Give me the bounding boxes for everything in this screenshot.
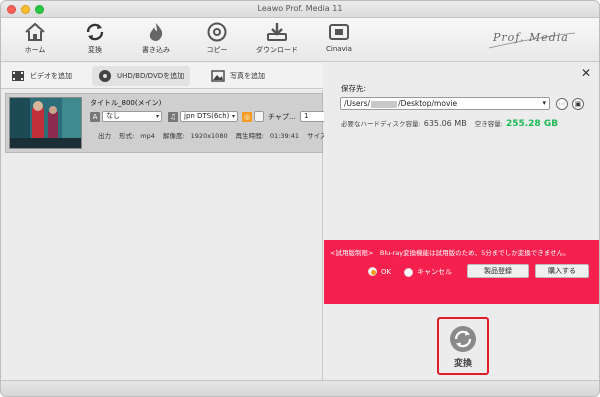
- output-panel: ✕ 保存先: /Users/ /Desktop/movie ▾ ⋯ ▣ 必要なハー…: [324, 63, 599, 380]
- resolution-value: 1920x1080: [190, 132, 228, 140]
- save-location-label: 保存先:: [341, 84, 367, 93]
- save-path-select[interactable]: /Users/ /Desktop/movie ▾: [340, 97, 550, 110]
- app-window: Leawo Prof. Media 11 ホーム 変換 書き込み コピー ダウン…: [0, 0, 600, 397]
- toolbar-home-label: ホーム: [24, 46, 46, 54]
- toolbar-convert-label: 変換: [88, 46, 102, 54]
- convert-label: 変換: [453, 359, 472, 369]
- output-label: 出力: [98, 132, 111, 140]
- format-label: 形式:: [119, 132, 135, 140]
- convert-highlight: 変換: [437, 317, 489, 375]
- format-value: mp4: [140, 132, 155, 140]
- toolbar-home-button[interactable]: ホーム: [7, 22, 63, 60]
- title-bar: Leawo Prof. Media 11: [1, 1, 599, 18]
- resolution-label: 解像度:: [162, 132, 185, 140]
- radio-ok[interactable]: OK: [368, 267, 391, 276]
- chevron-down-icon: ▾: [542, 99, 546, 107]
- close-icon[interactable]: ✕: [581, 66, 591, 80]
- disk-required-value: 635.06 MB: [423, 119, 467, 128]
- audio-select[interactable]: jpn DTS(6ch) ▾: [180, 111, 238, 122]
- disk-required-label: 必要なハードディスク容量:: [341, 120, 421, 128]
- main-toolbar: ホーム 変換 書き込み コピー ダウンロード Cinavia Prof. Med…: [1, 18, 599, 62]
- photo-icon: [211, 70, 225, 82]
- copy-disc-icon: [207, 22, 227, 42]
- convert-icon: [450, 326, 476, 352]
- radio-cancel-label: キャンセル: [417, 268, 452, 276]
- subtitle-icon: A: [90, 112, 100, 122]
- add-source-tabs: ビデオを追加 UHD/BD/DVDを追加 写真を追加: [1, 63, 323, 89]
- duration-label: 再生時間:: [235, 132, 264, 140]
- toolbar-convert-button[interactable]: 変換: [67, 22, 123, 60]
- folder-open-button[interactable]: ▣: [572, 98, 584, 110]
- cinavia-icon: [329, 24, 349, 40]
- brand-logo: Prof. Media: [487, 30, 577, 52]
- trial-limit-banner: <試用版制限> Blu-ray変換機能は試用版のため、5分までしか変換できません…: [324, 240, 599, 304]
- buy-button[interactable]: 購入する: [535, 264, 589, 278]
- radio-cancel[interactable]: キャンセル: [404, 267, 452, 277]
- convert-icon: [86, 23, 104, 41]
- audio-icon: ♫: [168, 112, 178, 122]
- brand-text: Prof. Media: [493, 31, 569, 44]
- register-button[interactable]: 製品登録: [467, 264, 529, 278]
- video-thumbnail: [9, 97, 82, 149]
- home-icon: [25, 22, 45, 41]
- download-icon: [267, 23, 287, 41]
- chevron-down-icon: ▾: [155, 113, 159, 120]
- status-bar: [1, 380, 599, 396]
- tab-add-photo-label: 写真を追加: [230, 72, 265, 80]
- toolbar-download-button[interactable]: ダウンロード: [249, 22, 305, 60]
- disk-space-info: 必要なハードディスク容量: 635.06 MB 空き容量: 255.28 GB: [341, 118, 558, 129]
- chapter-select-value: 1: [304, 112, 309, 120]
- toolbar-cinavia-button[interactable]: Cinavia: [311, 22, 367, 60]
- audio-select-value: jpn DTS(6ch): [184, 112, 230, 120]
- subtitle-select[interactable]: なし ▾: [102, 111, 162, 122]
- convert-button[interactable]: 変換: [443, 322, 483, 372]
- chevron-down-icon: ▾: [231, 113, 235, 120]
- duration-value: 01:39:41: [269, 132, 300, 140]
- chapter-label: チャプ...: [268, 113, 296, 121]
- tab-add-photo[interactable]: 写真を追加: [205, 66, 271, 86]
- toolbar-download-label: ダウンロード: [256, 46, 298, 54]
- save-path-suffix: /Desktop/movie: [398, 99, 458, 108]
- chapter-toggle[interactable]: [254, 111, 264, 122]
- list-item[interactable]: タイトル_800(メイン) A なし ▾ ♫ jpn DTS(6ch) ▾ ◎ チャ…: [5, 93, 329, 153]
- toolbar-cinavia-label: Cinavia: [326, 45, 352, 53]
- subtitle-select-value: なし: [106, 112, 120, 120]
- chapter-select[interactable]: 1: [300, 111, 326, 122]
- toolbar-copy-button[interactable]: コピー: [189, 22, 245, 60]
- disc-icon: [99, 70, 111, 82]
- film-icon: [12, 71, 24, 81]
- radio-ok-dot: [368, 267, 377, 276]
- tab-add-disc-label: UHD/BD/DVDを追加: [117, 72, 185, 80]
- radio-ok-label: OK: [381, 267, 392, 276]
- tab-add-disc[interactable]: UHD/BD/DVDを追加: [92, 66, 191, 86]
- item-controls: A なし ▾ ♫ jpn DTS(6ch) ▾ ◎ チャプ... 1: [90, 111, 326, 123]
- toolbar-burn-label: 書き込み: [142, 46, 170, 54]
- disk-free-label: 空き容量:: [474, 120, 503, 128]
- item-title: タイトル_800(メイン): [90, 99, 162, 107]
- chapter-icon: ◎: [242, 112, 252, 122]
- toolbar-burn-button[interactable]: 書き込み: [128, 22, 184, 60]
- disk-free-value: 255.28 GB: [505, 119, 559, 129]
- radio-cancel-dot: [404, 267, 413, 277]
- redacted-username: [371, 100, 398, 108]
- save-path-prefix: /Users/: [344, 99, 371, 108]
- tab-add-video-label: ビデオを追加: [30, 72, 72, 80]
- trial-message: <試用版制限> Blu-ray変換機能は試用版のため、5分までしか変換できません…: [330, 249, 570, 257]
- window-title: Leawo Prof. Media 11: [257, 4, 343, 13]
- item-info: 出力 形式: mp4 解像度: 1920x1080 再生時間: 01:39:41 サイ…: [98, 130, 335, 140]
- more-options-button[interactable]: ⋯: [556, 98, 568, 110]
- toolbar-copy-label: コピー: [206, 46, 228, 54]
- tab-add-video[interactable]: ビデオを追加: [5, 66, 78, 86]
- burn-icon: [149, 23, 163, 41]
- source-list: タイトル_800(メイン) A なし ▾ ♫ jpn DTS(6ch) ▾ ◎ チャ…: [1, 90, 329, 380]
